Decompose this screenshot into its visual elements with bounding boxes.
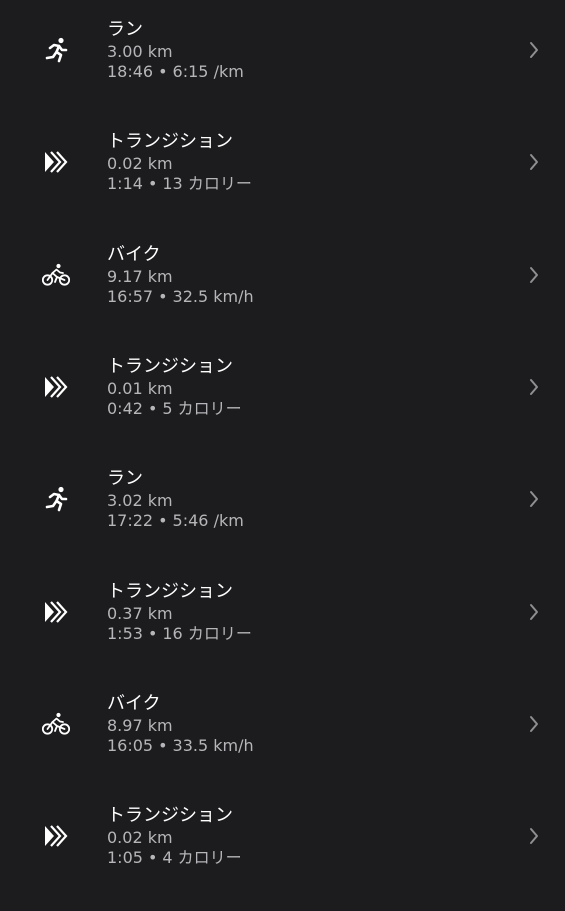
segment-row[interactable]: バイク 8.97 km 16:05 • 33.5 km/h [0,674,565,786]
bike-icon [40,708,72,740]
segment-distance: 0.01 km [107,379,173,398]
separator-dot: • [158,511,168,530]
chevron-right-icon [527,152,541,172]
segment-type: トランジション [107,581,233,602]
separator-dot: • [158,287,168,306]
chevron-right-icon [527,377,541,397]
run-icon [40,34,72,66]
chevron-right-icon [527,714,541,734]
segment-row[interactable]: トランジション 0.02 km 1:14 • 13 カロリー [0,112,565,224]
chevron-right-icon [527,265,541,285]
separator-dot: • [158,62,168,81]
segment-detail: 17:22 • 5:46 /km [107,511,244,531]
segment-metric: 32.5 km/h [172,287,254,306]
segment-distance: 0.02 km [107,154,173,173]
segment-time: 18:46 [107,62,154,81]
segment-distance: 3.00 km [107,42,173,61]
chevron-right-icon [527,489,541,509]
segment-detail: 1:14 • 13 カロリー [107,174,252,194]
segment-detail: 0:42 • 5 カロリー [107,399,242,419]
separator-dot: • [147,174,158,193]
segment-metric: 4 カロリー [162,848,242,867]
segment-time: 1:05 [107,848,143,867]
run-icon [40,483,72,515]
segment-type: ラン [107,468,143,489]
segment-type: トランジション [107,805,233,826]
segment-time: 0:42 [107,399,143,418]
segment-detail: 18:46 • 6:15 /km [107,62,244,82]
segment-time: 16:05 [107,736,154,755]
separator-dot: • [147,399,158,418]
segment-type: バイク [107,693,161,714]
segment-time: 1:14 [107,174,143,193]
segment-distance: 0.02 km [107,828,173,847]
segment-metric: 13 カロリー [162,174,252,193]
segment-detail: 1:53 • 16 カロリー [107,624,252,644]
segment-distance: 3.02 km [107,491,173,510]
transition-icon [40,146,72,178]
segment-row[interactable]: トランジション 0.02 km 1:05 • 4 カロリー [0,786,565,898]
segment-type: バイク [107,244,161,265]
segment-type: ラン [107,19,143,40]
transition-icon [40,596,72,628]
segment-metric: 5 カロリー [162,399,242,418]
transition-icon [40,371,72,403]
bike-icon [40,259,72,291]
segment-type: トランジション [107,356,233,377]
separator-dot: • [158,736,168,755]
segment-time: 17:22 [107,511,154,530]
segment-row[interactable]: ラン 3.00 km 18:46 • 6:15 /km [0,0,565,112]
segment-metric: 33.5 km/h [172,736,254,755]
segment-detail: 1:05 • 4 カロリー [107,848,242,868]
segment-row[interactable]: ラン 3.02 km 17:22 • 5:46 /km [0,449,565,561]
transition-icon [40,820,72,852]
segment-metric: 16 カロリー [162,624,252,643]
segment-detail: 16:57 • 32.5 km/h [107,287,254,307]
separator-dot: • [147,624,158,643]
chevron-right-icon [527,826,541,846]
segment-distance: 8.97 km [107,716,173,735]
segment-time: 16:57 [107,287,154,306]
segment-time: 1:53 [107,624,143,643]
separator-dot: • [147,848,158,867]
segment-metric: 5:46 /km [172,511,244,530]
segment-metric: 6:15 /km [172,62,244,81]
segment-distance: 9.17 km [107,267,173,286]
chevron-right-icon [527,40,541,60]
segment-row[interactable]: バイク 9.17 km 16:57 • 32.5 km/h [0,225,565,337]
activity-segment-list: ラン 3.00 km 18:46 • 6:15 /km トランジション 0.02 km 1:1… [0,0,565,911]
segment-distance: 0.37 km [107,604,173,623]
segment-row[interactable]: トランジション 0.01 km 0:42 • 5 カロリー [0,337,565,449]
segment-row[interactable]: トランジション 0.37 km 1:53 • 16 カロリー [0,562,565,674]
chevron-right-icon [527,602,541,622]
segment-type: トランジション [107,131,233,152]
segment-detail: 16:05 • 33.5 km/h [107,736,254,756]
